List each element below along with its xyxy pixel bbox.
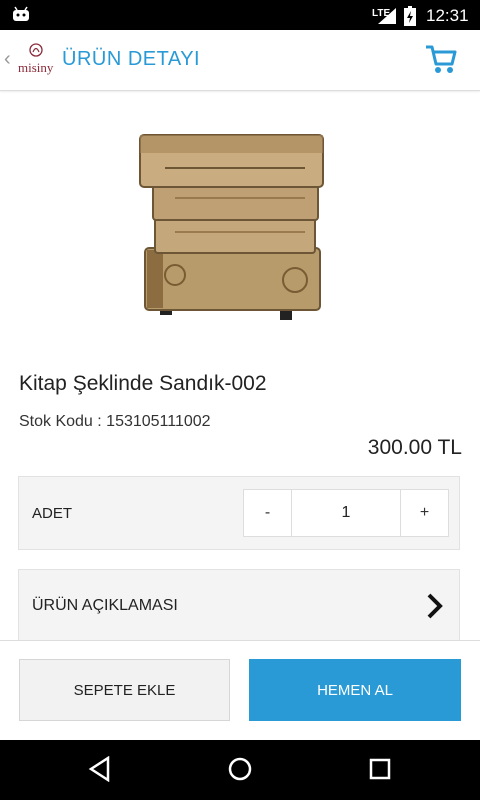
system-navigation-bar (0, 740, 480, 800)
clock: 12:31 (426, 6, 469, 25)
product-description-row[interactable]: ÜRÜN AÇIKLAMASI (18, 569, 460, 641)
status-bar: LTE 12:31 (0, 0, 480, 30)
logo-mark-icon (29, 43, 43, 57)
battery-icon (404, 6, 416, 26)
increase-quantity-button[interactable]: + (400, 490, 448, 536)
cart-icon[interactable] (424, 42, 458, 76)
buy-now-button[interactable]: HEMEN AL (249, 659, 461, 721)
back-button[interactable]: ‹ (4, 48, 11, 71)
signal-icon (378, 8, 396, 24)
chevron-right-icon (427, 593, 443, 619)
recent-apps-square-icon[interactable] (368, 756, 392, 782)
quantity-section: ADET - 1 + (18, 476, 460, 550)
description-label: ÜRÜN AÇIKLAMASI (32, 597, 178, 614)
quantity-label: ADET (32, 505, 73, 522)
home-circle-icon[interactable] (227, 756, 253, 782)
quantity-stepper: - 1 + (243, 489, 449, 537)
android-notification-icon (13, 6, 29, 21)
logo-text: misiny (18, 60, 54, 75)
brand-logo[interactable]: misiny (18, 42, 54, 76)
bottom-action-bar: SEPETE EKLE HEMEN AL (0, 640, 480, 741)
product-name: Kitap Şeklinde Sandık-002 (19, 372, 267, 395)
back-triangle-icon[interactable] (88, 756, 112, 782)
product-price: 300.00 TL (367, 436, 462, 459)
product-image[interactable] (135, 120, 335, 340)
stock-code: Stok Kodu : 153105111002 (19, 413, 211, 430)
decrease-quantity-button[interactable]: - (244, 490, 292, 536)
quantity-value[interactable]: 1 (292, 490, 400, 536)
page-title: ÜRÜN DETAYI (62, 48, 201, 70)
app-bar: ‹ misiny ÜRÜN DETAYI (0, 30, 480, 91)
add-to-cart-button[interactable]: SEPETE EKLE (19, 659, 230, 721)
